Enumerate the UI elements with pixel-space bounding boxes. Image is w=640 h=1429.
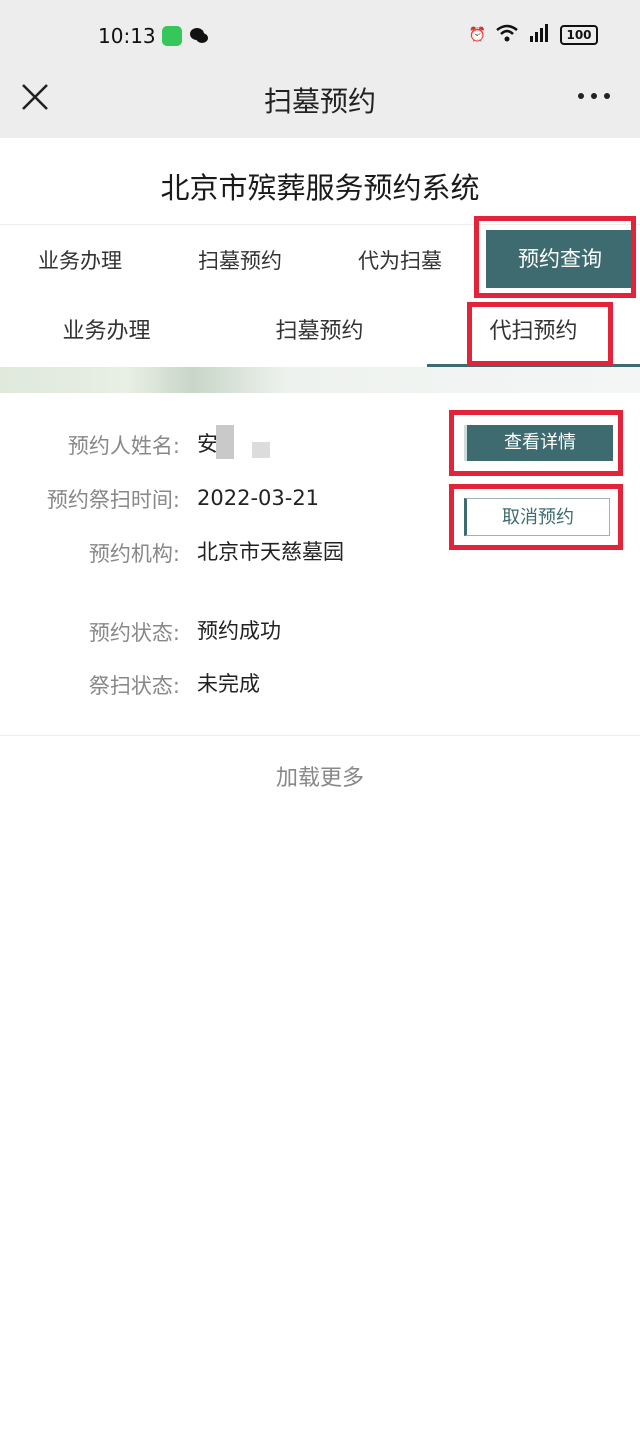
divider <box>0 224 640 225</box>
battery-icon: 100 <box>560 25 598 45</box>
status-indicators: ⏰ 100 <box>469 24 598 46</box>
redacted-mask <box>216 425 234 459</box>
redacted-mask <box>252 442 270 458</box>
alarm-icon: ⏰ <box>468 27 486 43</box>
nav-title: 扫墓预约 <box>263 85 376 118</box>
nav-bar: 扫墓预约 <box>0 70 640 138</box>
subtab-tomb-sweeping[interactable]: 扫墓预约 <box>213 298 426 366</box>
message-app-icon <box>162 26 182 46</box>
status-value: 预约成功 <box>197 619 281 643</box>
tab-tomb-sweeping[interactable]: 扫墓预约 <box>160 226 320 296</box>
tab-proxy-sweeping[interactable]: 代为扫墓 <box>320 226 480 296</box>
status-bar: 10:13 ⏰ 100 <box>0 0 640 70</box>
subtab-business[interactable]: 业务办理 <box>0 298 213 366</box>
wechat-icon <box>189 26 209 46</box>
page-title: 北京市殡葬服务预约系统 <box>160 171 480 205</box>
visit-status-value: 未完成 <box>197 672 260 696</box>
signal-icon <box>528 24 550 46</box>
status-time: 10:13 <box>98 24 156 48</box>
banner-image <box>0 367 640 393</box>
visit-status-label: 祭扫状态: <box>88 674 180 698</box>
cancel-reservation-button[interactable]: 取消预约 <box>464 498 610 536</box>
org-value: 北京市天慈墓园 <box>197 540 344 564</box>
status-label: 预约状态: <box>88 621 180 645</box>
name-label: 预约人姓名: <box>67 434 180 458</box>
view-details-button[interactable]: 查看详情 <box>464 425 613 461</box>
sub-tabs: 业务办理 扫墓预约 代扫预约 <box>0 298 640 368</box>
tab-business[interactable]: 业务办理 <box>0 226 160 296</box>
divider <box>0 735 640 736</box>
time-value: 2022-03-21 <box>197 486 320 510</box>
more-icon[interactable] <box>576 76 612 114</box>
wifi-icon <box>496 24 518 46</box>
main-tabs: 业务办理 扫墓预约 代为扫墓 预约查询 <box>0 226 640 298</box>
org-label: 预约机构: <box>88 542 180 566</box>
load-more-link[interactable]: 加载更多 <box>0 760 640 792</box>
tab-query[interactable]: 预约查询 <box>486 230 634 288</box>
subtab-proxy-booking[interactable]: 代扫预约 <box>427 298 640 366</box>
time-label: 预约祭扫时间: <box>46 488 180 512</box>
